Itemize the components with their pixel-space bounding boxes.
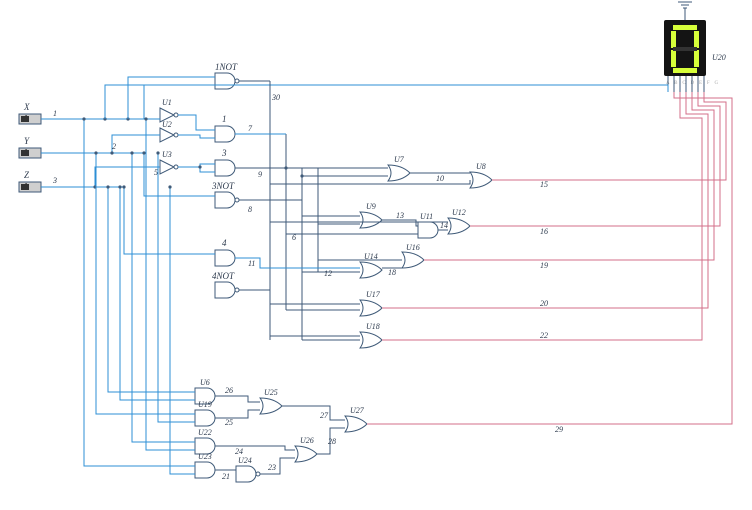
- input-z[interactable]: 1 Z: [19, 170, 41, 192]
- svg-text:1: 1: [53, 109, 57, 118]
- gate-u14: U14: [360, 252, 382, 278]
- svg-text:3NOT: 3NOT: [211, 181, 235, 191]
- svg-text:22: 22: [540, 331, 548, 340]
- gate-u18: U18: [360, 322, 382, 348]
- gate-u22: U22: [195, 428, 215, 454]
- gate-u19: U19: [195, 400, 215, 426]
- gate-u12: U12: [448, 208, 470, 234]
- svg-text:9: 9: [258, 170, 262, 179]
- svg-text:U24: U24: [238, 456, 252, 465]
- input-x-value: 1: [24, 114, 29, 123]
- svg-text:U7: U7: [394, 155, 405, 164]
- gate-u7: U7: [388, 155, 410, 181]
- svg-text:U8: U8: [476, 162, 486, 171]
- gate-u16: U16: [402, 243, 424, 268]
- svg-text:18: 18: [388, 268, 396, 277]
- svg-text:U25: U25: [264, 388, 278, 397]
- svg-text:21: 21: [222, 472, 230, 481]
- svg-text:U1: U1: [162, 98, 172, 107]
- gate-and1: 1: [215, 114, 235, 142]
- svg-text:25: 25: [225, 418, 233, 427]
- svg-text:7: 7: [248, 124, 253, 133]
- gate-and3: 3: [215, 148, 235, 176]
- svg-text:4NOT: 4NOT: [212, 271, 235, 281]
- gate-and4not: 4NOT: [212, 271, 239, 298]
- gate-u2: U2: [160, 120, 178, 142]
- svg-text:1: 1: [222, 114, 227, 124]
- svg-text:19: 19: [540, 261, 548, 270]
- svg-text:29: 29: [555, 425, 563, 434]
- input-x[interactable]: 1 X: [19, 102, 41, 124]
- gate-u3: U3: [160, 150, 178, 174]
- gate-u1: U1: [160, 98, 178, 122]
- svg-text:U27: U27: [350, 406, 365, 415]
- gate-u8: U8: [470, 162, 492, 188]
- wires: 1 2 3 7 9 8 6 11 5 10 13 14: [41, 77, 732, 481]
- svg-text:30: 30: [271, 93, 280, 102]
- input-z-value: 1: [24, 182, 29, 191]
- svg-text:U18: U18: [366, 322, 380, 331]
- svg-text:15: 15: [540, 180, 548, 189]
- gate-u25: U25: [260, 388, 282, 414]
- svg-text:U19: U19: [198, 400, 212, 409]
- svg-text:U22: U22: [198, 428, 212, 437]
- svg-text:24: 24: [235, 447, 243, 456]
- seven-segment-display: A B C D E F G U20: [664, 2, 726, 92]
- svg-text:13: 13: [396, 211, 404, 220]
- svg-text:8: 8: [248, 205, 252, 214]
- svg-text:11: 11: [248, 259, 255, 268]
- input-z-label: Z: [24, 170, 30, 180]
- svg-text:28: 28: [328, 437, 336, 446]
- svg-text:U9: U9: [366, 202, 376, 211]
- svg-text:20: 20: [540, 299, 548, 308]
- svg-text:U3: U3: [162, 150, 172, 159]
- svg-text:12: 12: [324, 269, 332, 278]
- svg-text:5: 5: [154, 168, 158, 177]
- input-y[interactable]: 1 Y: [19, 136, 41, 158]
- svg-text:U2: U2: [162, 120, 172, 129]
- svg-text:14: 14: [440, 221, 448, 230]
- svg-text:23: 23: [268, 463, 276, 472]
- svg-text:4: 4: [222, 238, 227, 248]
- gate-u26: U26: [295, 436, 317, 462]
- svg-text:U6: U6: [200, 378, 210, 387]
- gate-u11: U11: [418, 212, 438, 238]
- input-y-value: 1: [24, 148, 29, 157]
- gate-u27: U27: [345, 406, 367, 432]
- gate-and4: 4: [215, 238, 235, 266]
- svg-text:U12: U12: [452, 208, 466, 217]
- svg-text:3: 3: [221, 148, 227, 158]
- svg-text:1NOT: 1NOT: [215, 62, 238, 72]
- input-y-label: Y: [24, 136, 30, 146]
- svg-text:3: 3: [52, 176, 57, 185]
- svg-text:U16: U16: [406, 243, 420, 252]
- svg-text:U23: U23: [198, 452, 212, 461]
- svg-text:U17: U17: [366, 290, 381, 299]
- gate-u24: U24: [236, 456, 260, 482]
- svg-text:27: 27: [320, 411, 329, 420]
- gate-u23: U23: [195, 452, 215, 478]
- ground-icon: [678, 2, 692, 20]
- svg-text:2: 2: [112, 142, 116, 151]
- svg-text:U26: U26: [300, 436, 314, 445]
- svg-text:26: 26: [225, 386, 233, 395]
- gate-u9: U9: [360, 202, 382, 228]
- svg-text:U11: U11: [420, 212, 433, 221]
- gate-and3not: 3NOT: [211, 181, 239, 208]
- gate-u17: U17: [360, 290, 382, 316]
- svg-text:16: 16: [540, 227, 548, 236]
- display-ref: U20: [712, 53, 726, 62]
- svg-text:10: 10: [436, 174, 444, 183]
- input-x-label: X: [23, 102, 30, 112]
